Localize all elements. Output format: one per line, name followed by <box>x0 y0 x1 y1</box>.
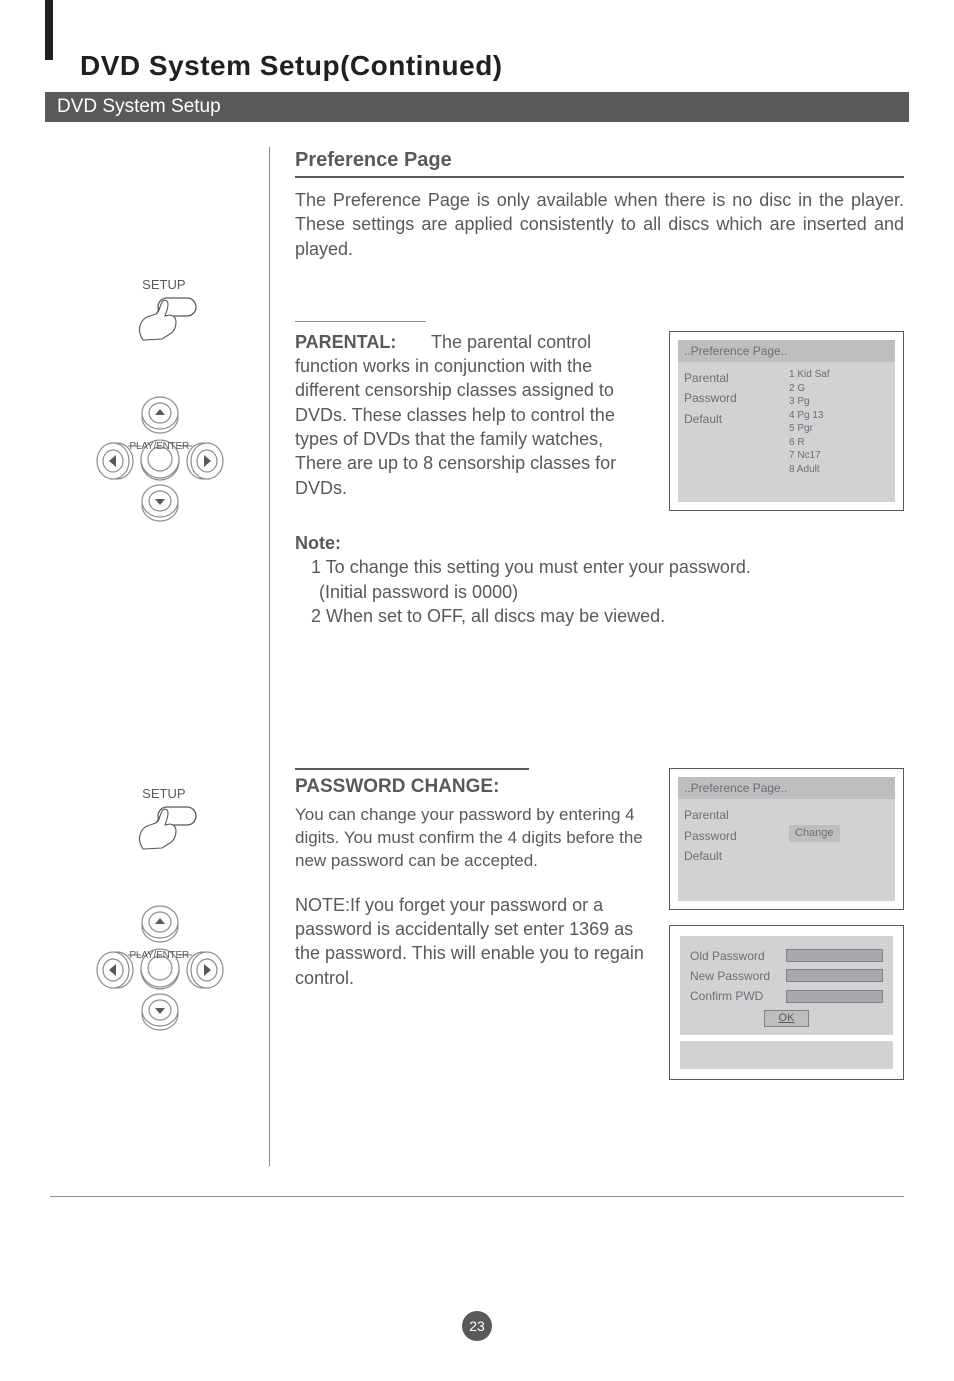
pwd-new-input[interactable] <box>786 969 883 982</box>
osd-rating: 3 Pg <box>789 395 889 409</box>
pwd-confirm-label: Confirm PWD <box>690 988 780 1004</box>
osd-ratings-list: 1 Kid Saf 2 G 3 Pg 4 Pg 13 5 Pgr 6 R 7 N… <box>789 368 889 476</box>
section-bar-label: DVD System Setup <box>57 96 221 118</box>
pwd-old-input[interactable] <box>786 949 883 962</box>
osd-menu-item: Password <box>684 388 779 408</box>
preference-intro: The Preference Page is only available wh… <box>295 188 904 261</box>
password-heading: PASSWORD CHANGE: <box>295 768 529 800</box>
osd-rating: 5 Pgr <box>789 422 889 436</box>
setup-hand-icon <box>120 296 200 341</box>
note-line-1b: (Initial password is 0000) <box>295 580 904 604</box>
osd-preference-password: ..Preference Page.. Parental Password De… <box>669 768 904 909</box>
osd-menu-item: Default <box>684 846 779 866</box>
parental-label: PARENTAL: <box>295 332 396 352</box>
password-text: PASSWORD CHANGE: You can change your pas… <box>295 768 654 1080</box>
osd-change-option: Change <box>789 825 840 842</box>
section-bar: DVD System Setup <box>45 92 909 122</box>
pwd-confirm-input[interactable] <box>786 990 883 1003</box>
pwd-old-row: Old Password <box>690 948 883 964</box>
main-layout: SETUP PLAY/ENTER <box>50 147 904 1197</box>
setup-label: SETUP <box>142 277 199 292</box>
pwd-new-row: New Password <box>690 968 883 984</box>
osd-rating: 2 G <box>789 382 889 396</box>
osd-rating: 7 Nc17 <box>789 449 889 463</box>
dpad-diagram-2: PLAY/ENTER <box>95 900 225 1040</box>
osd-menu-list: Parental Password Default <box>684 368 779 476</box>
password-body: You can change your password by entering… <box>295 804 654 873</box>
osd-title: ..Preference Page.. <box>678 340 895 362</box>
parental-body: The parental control function works in c… <box>295 332 616 498</box>
password-note: NOTE:If you forget your password or a pa… <box>295 893 654 990</box>
right-column: Preference Page The Preference Page is o… <box>270 147 904 1166</box>
pwd-old-label: Old Password <box>690 948 780 964</box>
osd-menu-list-2: Parental Password Default <box>684 805 779 866</box>
note-line-1: 1 To change this setting you must enter … <box>295 555 904 579</box>
osd-menu-item: Parental <box>684 805 779 825</box>
osd-change-col: Change <box>789 805 889 866</box>
setup-hand-icon-2 <box>120 805 200 850</box>
preference-heading: Preference Page <box>295 147 904 178</box>
setup-button-diagram-2: SETUP <box>120 786 200 850</box>
pwd-new-label: New Password <box>690 968 780 984</box>
parental-section: PARENTAL: The parental control function … <box>295 321 904 511</box>
osd-rating: 1 Kid Saf <box>789 368 889 382</box>
setup-button-diagram-1: SETUP <box>120 277 200 341</box>
osd-menu-item: Password <box>684 826 779 846</box>
password-osd-column: ..Preference Page.. Parental Password De… <box>669 768 904 1080</box>
parental-note: Note: 1 To change this setting you must … <box>295 531 904 628</box>
chapter-title: DVD System Setup(Continued) <box>50 50 904 82</box>
setup-label-2: SETUP <box>142 786 199 801</box>
osd-password-form: Old Password New Password Confirm PWD <box>669 925 904 1080</box>
osd-menu-item: Default <box>684 409 779 429</box>
osd-rating: 4 Pg 13 <box>789 409 889 423</box>
password-section: PASSWORD CHANGE: You can change your pas… <box>295 768 904 1080</box>
pwd-confirm-row: Confirm PWD <box>690 988 883 1004</box>
osd-title-2: ..Preference Page.. <box>678 777 895 799</box>
pwd-ok-button[interactable]: OK <box>764 1010 810 1027</box>
page-corner-mark <box>45 0 53 60</box>
osd-preference-parental: ..Preference Page.. Parental Password De… <box>669 331 904 511</box>
parental-text: PARENTAL: The parental control function … <box>295 321 654 511</box>
page-number: 23 <box>462 1311 492 1341</box>
dpad-diagram-1: PLAY/ENTER <box>95 391 225 531</box>
play-enter-label: PLAY/ENTER <box>130 441 190 452</box>
play-enter-label-2: PLAY/ENTER <box>130 950 190 961</box>
osd-rating: 6 R <box>789 436 889 450</box>
osd-menu-item: Parental <box>684 368 779 388</box>
note-heading: Note: <box>295 531 904 555</box>
osd-rating: 8 Adult <box>789 463 889 477</box>
note-line-2: 2 When set to OFF, all discs may be view… <box>295 604 904 628</box>
left-column: SETUP PLAY/ENTER <box>50 147 270 1166</box>
